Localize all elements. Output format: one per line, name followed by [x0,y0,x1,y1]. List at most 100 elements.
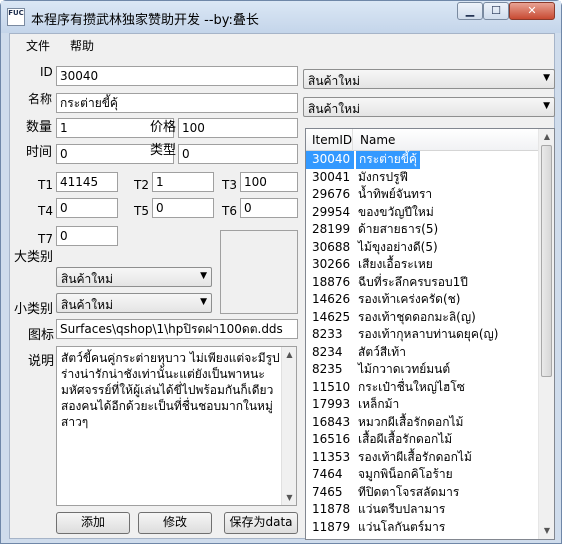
close-button[interactable]: ✕ [509,2,555,20]
list-item[interactable]: 30266 เสียงเอื้อระเหย [306,256,539,274]
item-id-cell: 8233 [312,327,343,341]
list-item[interactable]: 29954 ของขวัญปีใหม่ [306,204,539,222]
list-scrollbar[interactable]: ▲ ▼ [538,129,554,539]
list-item[interactable]: 7464 จมูกพิน็อกคิโอร้าย [306,466,539,484]
item-name-cell: รองเท้าผีเสื้อรักดอกไม้ [358,449,472,464]
chevron-down-icon: ▼ [200,297,207,307]
item-id-cell: 11879 [312,519,351,534]
app-icon: FUC [7,8,25,26]
item-id-cell: 16516 [312,432,351,446]
icon-label: 图标 [28,328,55,343]
list-item[interactable]: 17993 เหล็กม้า [306,396,539,414]
t1-input[interactable]: 41145 [56,172,118,192]
list-item[interactable]: 16516 เสื้อผีเสื้อรักดอกไม้ [306,431,539,449]
item-id-cell: 11510 [312,379,351,394]
item-name-cell: มังกรปรูฟี [358,169,409,184]
column-header-name[interactable]: Name [360,133,395,147]
id-label: ID [40,65,53,79]
small-category-label: 小类别 [14,302,54,317]
type-label: 类型 [150,143,177,158]
item-list[interactable]: ItemID Name 30040 กระต่ายขี้คุ้ 30041 มังกร… [305,128,555,540]
scroll-down-icon[interactable]: ▼ [539,523,554,539]
menu-help[interactable]: 帮助 [70,37,94,54]
description-text: สัตว์ขี้คนคู่กระต่ายหุบาว ไม่เพียงแต่จะม… [61,351,280,429]
item-id-cell: 30266 [312,257,351,271]
price-input[interactable]: 100 [178,118,298,138]
item-id-cell: 8234 [312,344,343,359]
item-name-cell: แว่นตรีบปลามาร [358,502,446,516]
scroll-up-icon[interactable]: ▲ [282,347,296,362]
t5-input[interactable]: 0 [152,198,214,218]
maximize-button[interactable]: ☐ [483,2,509,20]
item-id-cell: 28199 [312,222,351,236]
list-item[interactable]: 30688 ไม้ขุงอย่างดี(5) [306,239,539,257]
item-name-cell: ของขวัญปีใหม่ [358,204,434,219]
description-textarea[interactable]: สัตว์ขี้คนคู่กระต่ายหุบาว ไม่เพียงแต่จะม… [56,346,297,506]
client-area: 文件 帮助 ID 30040 名称 กระต่ายขี้คุ้ 数量 1 价格 … [9,33,555,540]
item-name-cell: รองเท้าเคร่งครัด(ช) [358,292,461,306]
list-item[interactable]: 29676 น้ำทิพย์จันทรา [306,186,539,204]
type-input[interactable]: 0 [178,144,298,164]
item-name-cell: กระต่ายขี้คุ้ [356,151,420,169]
description-label: 说明 [28,354,55,369]
qty-label: 数量 [26,120,53,135]
t2-input[interactable]: 1 [152,172,214,192]
list-item[interactable]: 7465 ทีปิดตาโจรสลัดมาร [306,484,539,502]
id-input[interactable]: 30040 [56,66,298,86]
item-name-cell: ไม้ขุงอย่างดี(5) [358,239,438,254]
description-scrollbar[interactable]: ▲ ▼ [281,347,296,505]
item-id-cell: 11353 [312,449,351,464]
item-id-cell: 29676 [312,187,351,201]
name-input[interactable]: กระต่ายขี้คุ้ [56,93,298,113]
item-name-cell: ไม้กวาดเวทย์มนต์ [358,362,451,376]
app-window: FUC 本程序有攒武林独家赞助开发 --by:叠长 ▁ ☐ ✕ 文件 帮助 ID… [0,0,562,544]
modify-button[interactable]: 修改 [138,512,212,534]
big-category-select[interactable]: สินค้าใหม่ ▼ [56,267,212,287]
scroll-thumb[interactable] [541,145,552,377]
list-item[interactable]: 11353 รองเท้าผีเสื้อรักดอกไม้ [306,449,539,467]
t6-label: T6 [222,204,237,218]
item-id-cell: 16843 [312,414,351,429]
t4-label: T4 [38,204,53,218]
list-item[interactable]: 14625 รองเท้าชุดดอกมะลิ(ญ) [306,309,539,327]
add-button[interactable]: 添加 [56,512,130,534]
list-item[interactable]: 8233 รองเท้ากุหลาบท่านดยุค(ญ) [306,326,539,344]
icon-path-input[interactable]: Surfaces\qshop\1\hpปิรดฝา100ดต.dds [56,319,298,339]
t3-input[interactable]: 100 [240,172,298,192]
t6-input[interactable]: 0 [240,198,298,218]
window-title: 本程序有攒武林独家赞助开发 --by:叠长 [31,13,259,28]
scroll-up-icon[interactable]: ▲ [539,129,554,145]
t3-label: T3 [222,178,237,192]
list-item[interactable]: 8234 สัตว์สีเท้า [306,344,539,362]
list-item[interactable]: 18876 ฉีบที่ระลึกครบรอบ1ปี [306,274,539,292]
scroll-down-icon[interactable]: ▼ [282,490,296,505]
item-name-cell: แว่นโลกันตร์มาร [358,519,446,534]
category-filter-select-1[interactable]: สินค้าใหม่ ▼ [303,69,555,89]
column-separator [352,129,353,151]
small-category-select[interactable]: สินค้าใหม่ ▼ [56,293,212,313]
list-item[interactable]: 30040 กระต่ายขี้คุ้ [306,151,539,169]
t4-input[interactable]: 0 [56,198,118,218]
item-name-cell: หมวกผีเสื้อรักดอกไม้ [358,414,464,429]
title-bar[interactable]: FUC 本程序有攒武林独家赞助开发 --by:叠长 ▁ ☐ ✕ [1,1,561,33]
t5-label: T5 [134,204,149,218]
menu-file[interactable]: 文件 [26,37,50,54]
item-name-cell: ฉีบที่ระลึกครบรอบ1ปี [358,274,468,289]
category-filter-select-2[interactable]: สินค้าใหม่ ▼ [303,97,555,117]
item-id-cell: 30688 [312,239,351,254]
list-item[interactable]: 11878 แว่นตรีบปลามาร [306,501,539,519]
list-item[interactable]: 16843 หมวกผีเสื้อรักดอกไม้ [306,414,539,432]
list-item[interactable]: 28199 ด้ายสายธาร(5) [306,221,539,239]
list-item[interactable]: 14626 รองเท้าเคร่งครัด(ช) [306,291,539,309]
t7-input[interactable]: 0 [56,226,118,246]
list-item[interactable]: 11510 กระเป๋าชื่นใหญ่ไฮโซ [306,379,539,397]
item-name-cell: ทีปิดตาโจรสลัดมาร [358,484,460,499]
item-id-cell: 29954 [312,204,351,219]
list-item[interactable]: 30041 มังกรปรูฟี [306,169,539,187]
list-item[interactable]: 11879 แว่นโลกันตร์มาร [306,519,539,537]
save-data-button[interactable]: 保存为data [224,512,298,534]
item-id-cell: 30040 [306,151,354,169]
list-item[interactable]: 8235 ไม้กวาดเวทย์มนต์ [306,361,539,379]
column-header-itemid[interactable]: ItemID [312,133,352,147]
minimize-button[interactable]: ▁ [457,2,483,20]
